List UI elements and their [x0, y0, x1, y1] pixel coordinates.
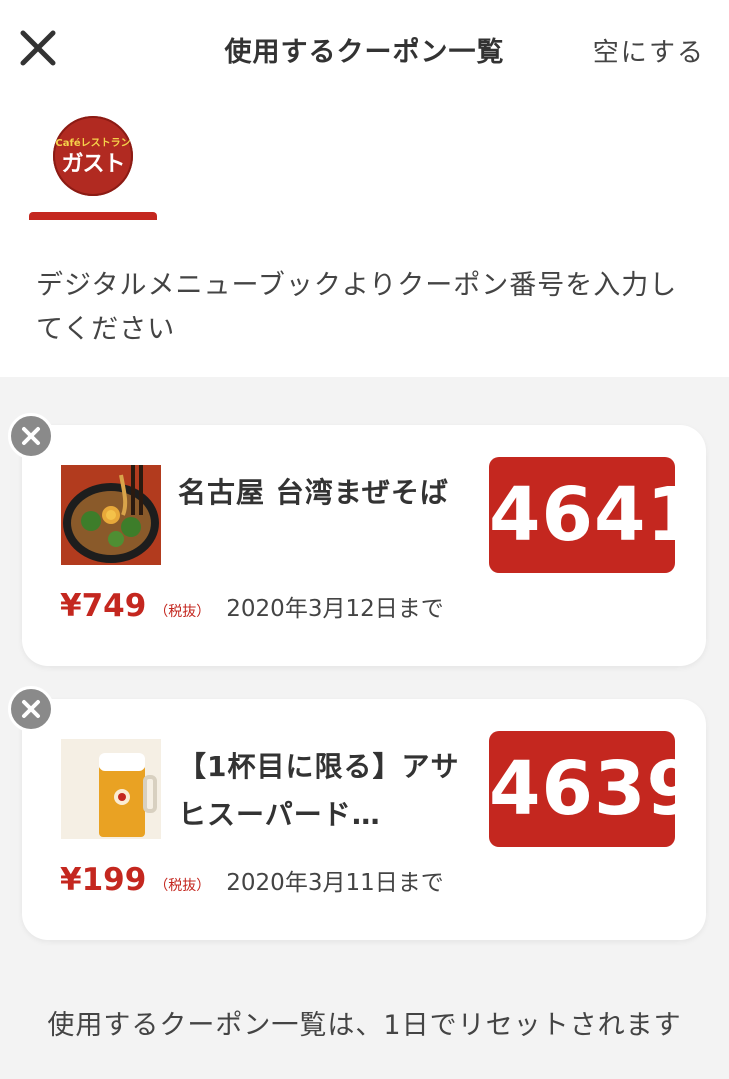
instruction-text: デジタルメニューブックよりクーポン番号を入力してください: [36, 270, 678, 345]
close-icon: [22, 427, 40, 445]
coupon-price: ¥199: [60, 862, 147, 898]
price-row: ¥749 （税抜） 2020年3月12日まで: [60, 588, 444, 628]
mazesoba-photo: [61, 465, 161, 565]
header-bar: 使用するクーポン一覧 空にする: [0, 0, 729, 100]
coupon-expiry: 2020年3月11日まで: [226, 870, 444, 896]
beer-photo: [61, 739, 161, 839]
coupon-price: ¥749: [60, 588, 147, 624]
coupon-expiry: 2020年3月12日まで: [226, 596, 444, 622]
coupon-list: 名古屋 台湾まぜそば 4641 ¥749 （税抜） 2020年3月12日まで 【1杯…: [0, 377, 729, 1079]
logo-big-text: ガスト: [61, 152, 125, 177]
remove-coupon-button[interactable]: [8, 413, 54, 459]
coupon-name: 名古屋 台湾まぜそば: [178, 476, 449, 509]
tax-note: （税抜）: [154, 878, 211, 894]
coupon-card[interactable]: 名古屋 台湾まぜそば 4641 ¥749 （税抜） 2020年3月12日まで: [22, 425, 706, 666]
brand-tab-gusto[interactable]: Caféレストラン ガスト: [29, 112, 157, 220]
coupon-code: 4641: [489, 457, 698, 573]
coupon-code: 4639: [489, 731, 698, 847]
coupon-name: 【1杯目に限る】アサヒスーパード…: [178, 750, 460, 831]
price-row: ¥199 （税抜） 2020年3月11日まで: [60, 862, 444, 902]
close-icon: [22, 700, 40, 718]
tax-note: （税抜）: [154, 604, 211, 620]
coupon-card[interactable]: 【1杯目に限る】アサヒスーパード… 4639 ¥199 （税抜） 2020年3月11…: [22, 699, 706, 940]
active-tab-indicator: [29, 212, 157, 220]
clear-all-button[interactable]: 空にする: [593, 32, 705, 69]
gusto-logo: Caféレストラン ガスト: [53, 116, 133, 196]
footer-note: 使用するクーポン一覧は、1日でリセットされます: [47, 1010, 682, 1041]
remove-coupon-button[interactable]: [8, 686, 54, 732]
